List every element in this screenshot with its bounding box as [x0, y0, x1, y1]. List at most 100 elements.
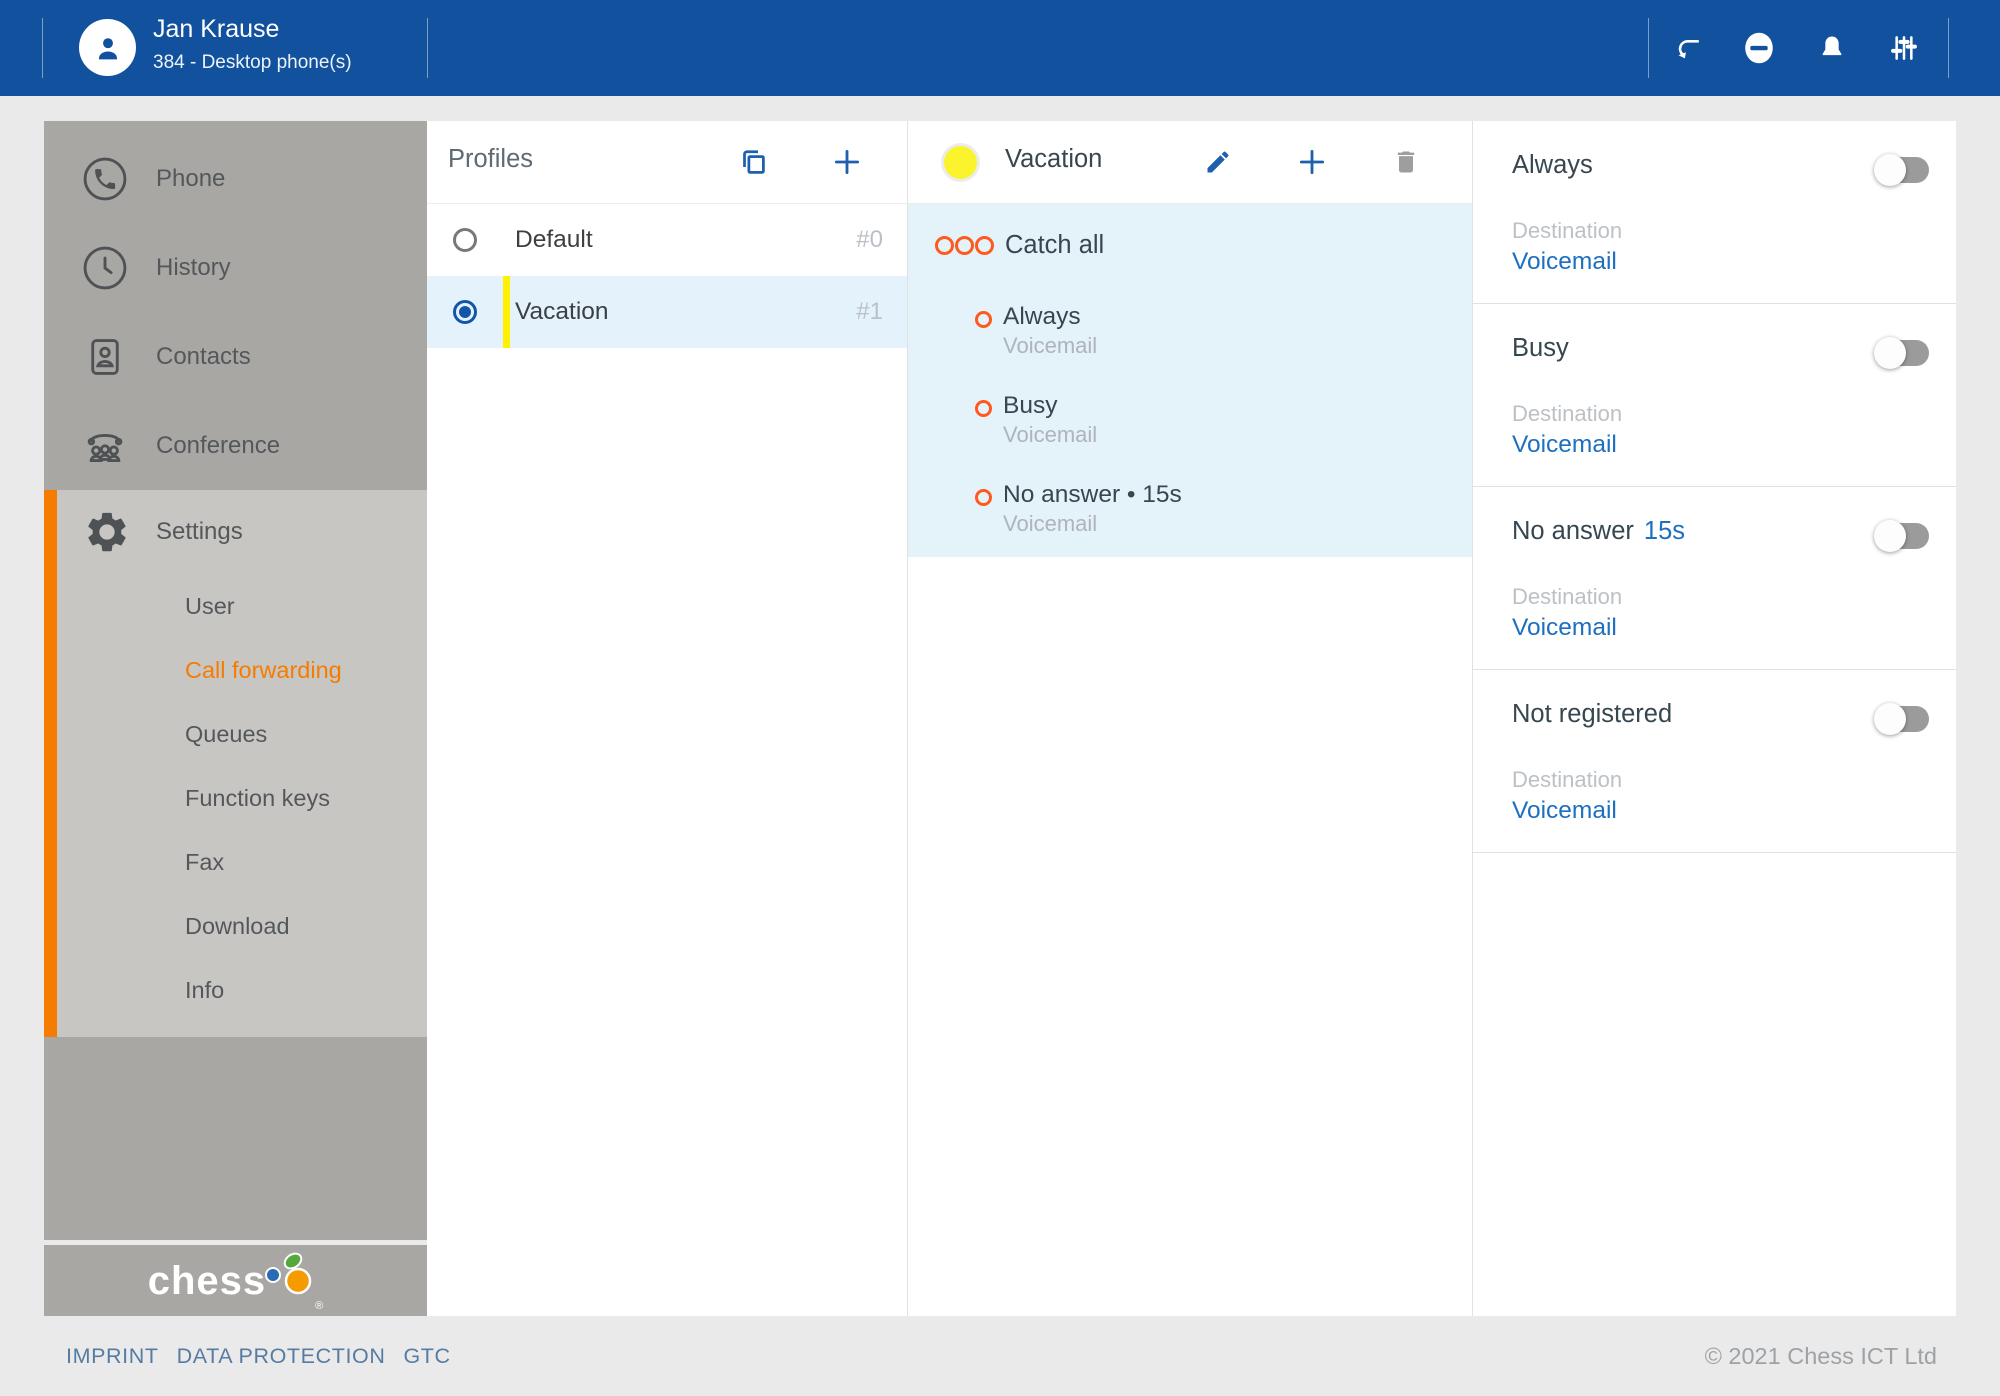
user-device: 384 - Desktop phone(s)	[153, 52, 352, 74]
call-forward-icon[interactable]	[1665, 26, 1709, 70]
footer-links: IMPRINT DATA PROTECTION GTC	[66, 1344, 451, 1369]
destination-link[interactable]: Voicemail	[1512, 797, 1617, 825]
radio-unselected[interactable]	[453, 228, 477, 252]
section-title-text: Busy	[1512, 334, 1569, 362]
sidebar-item-label: Conference	[156, 432, 280, 460]
header-divider	[42, 18, 43, 78]
profiles-panel: Profiles Default #0 Vacation #1	[427, 121, 908, 1316]
rule-circle-icon	[975, 489, 992, 506]
section-title-text: No answer	[1512, 517, 1634, 545]
profile-row-vacation[interactable]: Vacation #1	[427, 276, 907, 348]
chess-logo-mark	[262, 1250, 314, 1298]
app-header: Jan Krause 384 - Desktop phone(s)	[0, 0, 2000, 96]
footer-link-imprint[interactable]: IMPRINT	[66, 1344, 159, 1369]
toggle-off[interactable]	[1877, 340, 1929, 366]
sidebar-item-settings[interactable]: Settings	[44, 490, 427, 574]
sidebar-item-conference[interactable]: Conference	[44, 401, 427, 490]
sidebar-main-nav: Phone History Contacts	[44, 121, 427, 490]
add-rule-icon[interactable]	[1290, 140, 1334, 184]
sidebar-subitem-download[interactable]: Download	[44, 894, 427, 958]
rule-no-answer[interactable]: No answer • 15s Voicemail	[908, 480, 1472, 537]
section-title: Busy	[1512, 334, 1579, 363]
catch-all-icon	[935, 236, 994, 255]
rule-busy[interactable]: Busy Voicemail	[908, 391, 1472, 448]
user-icon	[91, 31, 125, 65]
sidebar-subitem-call-forwarding[interactable]: Call forwarding	[44, 638, 427, 702]
catch-all-title: Catch all	[1005, 231, 1104, 260]
destination-label: Destination	[1512, 218, 1622, 244]
sidebar-subitem-user[interactable]: User	[44, 574, 427, 638]
destination-link[interactable]: Voicemail	[1512, 614, 1617, 642]
delete-trash-icon[interactable]	[1384, 140, 1428, 184]
edit-pencil-icon[interactable]	[1196, 140, 1240, 184]
radio-selected[interactable]	[453, 300, 477, 324]
forwarding-section-not-registered: Not registered Destination Voicemail	[1473, 670, 1956, 853]
toggle-off[interactable]	[1877, 523, 1929, 549]
toggle-off[interactable]	[1877, 706, 1929, 732]
profile-detail-title: Vacation	[1005, 145, 1102, 174]
tune-sliders-icon[interactable]	[1882, 26, 1926, 70]
rule-destination: Voicemail	[1003, 332, 1097, 359]
add-profile-icon[interactable]	[825, 140, 869, 184]
sidebar-item-history[interactable]: History	[44, 223, 427, 312]
rule-always[interactable]: Always Voicemail	[908, 302, 1472, 359]
profile-name: Vacation	[515, 298, 609, 326]
sidebar-subitem-queues[interactable]: Queues	[44, 702, 427, 766]
profile-detail-panel: Vacation Catch all Always Voicemail	[908, 121, 1473, 1316]
section-timeout: 15s	[1644, 517, 1685, 545]
sidebar-item-label: History	[156, 254, 231, 282]
user-name: Jan Krause	[153, 15, 279, 44]
chess-logo-text: chess	[148, 1261, 266, 1301]
destination-label: Destination	[1512, 584, 1622, 610]
subitem-label: Function keys	[185, 785, 330, 812]
section-title-text: Always	[1512, 151, 1593, 179]
sidebar-item-label: Contacts	[156, 343, 251, 371]
sidebar-item-contacts[interactable]: Contacts	[44, 312, 427, 401]
sidebar-item-label: Phone	[156, 165, 225, 193]
profile-number: #1	[856, 298, 883, 326]
rule-label: Always	[1003, 302, 1097, 332]
profile-color-swatch[interactable]	[944, 146, 977, 179]
forwarding-section-no-answer: No answer 15s Destination Voicemail	[1473, 487, 1956, 670]
sidebar-subitem-function-keys[interactable]: Function keys	[44, 766, 427, 830]
rule-label: No answer • 15s	[1003, 480, 1182, 510]
rule-destination: Voicemail	[1003, 421, 1097, 448]
copyright: © 2021 Chess ICT Ltd	[1705, 1343, 1937, 1370]
header-divider	[1948, 18, 1949, 78]
footer-link-gtc[interactable]: GTC	[403, 1344, 450, 1369]
avatar[interactable]	[79, 19, 136, 76]
history-clock-icon	[82, 245, 128, 291]
destination-label: Destination	[1512, 767, 1622, 793]
sidebar-subitem-info[interactable]: Info	[44, 958, 427, 1022]
footer-link-data-protection[interactable]: DATA PROTECTION	[177, 1344, 386, 1369]
profile-detail-header: Vacation	[908, 121, 1472, 204]
sidebar-item-phone[interactable]: Phone	[44, 134, 427, 223]
header-divider	[427, 18, 428, 78]
destination-link[interactable]: Voicemail	[1512, 431, 1617, 459]
contacts-icon	[82, 334, 128, 380]
destination-label: Destination	[1512, 401, 1622, 427]
rule-circle-icon	[975, 400, 992, 417]
profile-row-default[interactable]: Default #0	[427, 204, 907, 276]
do-not-disturb-icon[interactable]	[1737, 26, 1781, 70]
phone-icon	[82, 156, 128, 202]
profile-number: #0	[856, 226, 883, 254]
section-title-text: Not registered	[1512, 700, 1672, 728]
sidebar-logo-block: chess ®	[44, 1245, 427, 1316]
subitem-label: Call forwarding	[185, 657, 342, 684]
catch-all-group[interactable]: Catch all Always Voicemail Busy Voicemai…	[908, 204, 1472, 557]
subitem-label: User	[185, 593, 235, 620]
profiles-title: Profiles	[448, 145, 533, 174]
catch-all-header: Catch all	[908, 220, 1472, 270]
sidebar-subitem-fax[interactable]: Fax	[44, 830, 427, 894]
sidebar-settings-section: Settings User Call forwarding Queues Fun…	[44, 490, 427, 1037]
destination-link[interactable]: Voicemail	[1512, 248, 1617, 276]
section-title: Not registered	[1512, 700, 1682, 729]
sidebar: Phone History Contacts	[44, 121, 427, 1316]
notifications-bell-icon[interactable]	[1810, 26, 1854, 70]
copy-profile-icon[interactable]	[731, 140, 775, 184]
sidebar-item-label: Settings	[156, 518, 243, 546]
toggle-off[interactable]	[1877, 157, 1929, 183]
subitem-label: Fax	[185, 849, 224, 876]
rule-destination: Voicemail	[1003, 510, 1182, 537]
